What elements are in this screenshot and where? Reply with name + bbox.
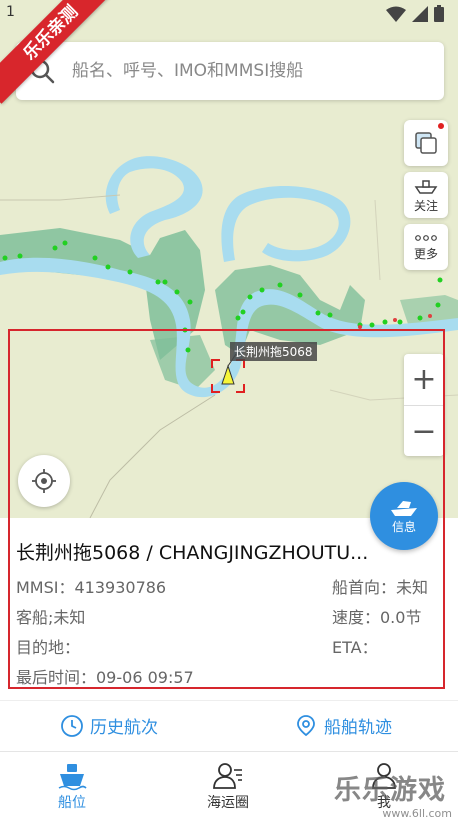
more-button[interactable]: 更多 — [404, 224, 448, 270]
zoom-out-button[interactable]: − — [404, 405, 444, 456]
more-dots-icon — [415, 234, 437, 241]
crosshair-icon — [32, 469, 56, 493]
ship-title: 长荆州拖5068 / CHANGJINGZHOUTU... — [16, 542, 369, 564]
battery-icon — [434, 5, 444, 22]
status-time: 1 — [6, 4, 15, 20]
follow-button[interactable]: 关注 — [404, 172, 448, 218]
tab-label: 海运圈 — [207, 795, 249, 811]
ship-track-button[interactable]: 船舶轨迹 — [294, 713, 392, 738]
bottom-tab-bar: 船位 海运圈 我 — [0, 752, 458, 820]
speed-value: 速度：0.0节 — [332, 608, 422, 627]
ship-name-tag[interactable]: 长荆州拖5068 — [230, 342, 317, 361]
history-voyage-label: 历史航次 — [90, 718, 158, 738]
info-label: 信息 — [391, 519, 416, 534]
zoom-in-button[interactable]: + — [404, 354, 444, 405]
mmsi-value: MMSI：413930786 — [16, 578, 167, 597]
destination-value: 目的地： — [16, 638, 81, 657]
more-label: 更多 — [413, 246, 438, 261]
search-input[interactable] — [72, 54, 432, 88]
ship-track-label: 船舶轨迹 — [324, 718, 392, 738]
ship-follow-icon — [414, 179, 438, 194]
notification-dot — [438, 123, 444, 129]
tab-shipping-circle[interactable]: 海运圈 — [178, 760, 278, 812]
info-button[interactable]: 信息 — [370, 482, 438, 550]
wifi-icon — [386, 6, 406, 22]
history-voyage-button[interactable]: 历史航次 — [60, 713, 158, 738]
ship-icon — [58, 764, 87, 791]
follow-label: 关注 — [413, 198, 438, 213]
tab-me[interactable]: 我 — [334, 760, 434, 812]
signal-icon — [412, 5, 428, 22]
eta-value: ETA： — [332, 638, 378, 657]
zoom-control: + − — [404, 354, 444, 456]
action-bar: 历史航次 船舶轨迹 — [0, 700, 458, 752]
clock-icon — [61, 714, 83, 737]
layers-icon — [415, 132, 437, 154]
layer-button[interactable] — [404, 120, 448, 166]
location-pin-icon — [297, 714, 315, 736]
tab-ship-position[interactable]: 船位 — [22, 760, 122, 812]
user-icon — [372, 763, 396, 789]
people-icon — [213, 763, 242, 789]
last-time-value: 最后时间：09-06 09:57 — [16, 668, 194, 687]
search-bar[interactable] — [16, 42, 444, 100]
ship-icon — [391, 500, 417, 516]
heading-value: 船首向：未知 — [332, 578, 429, 597]
locate-button[interactable] — [18, 455, 70, 507]
ship-type-value: 客船;未知 — [16, 608, 86, 627]
tab-label: 船位 — [58, 795, 86, 811]
tab-label: 我 — [377, 795, 391, 811]
